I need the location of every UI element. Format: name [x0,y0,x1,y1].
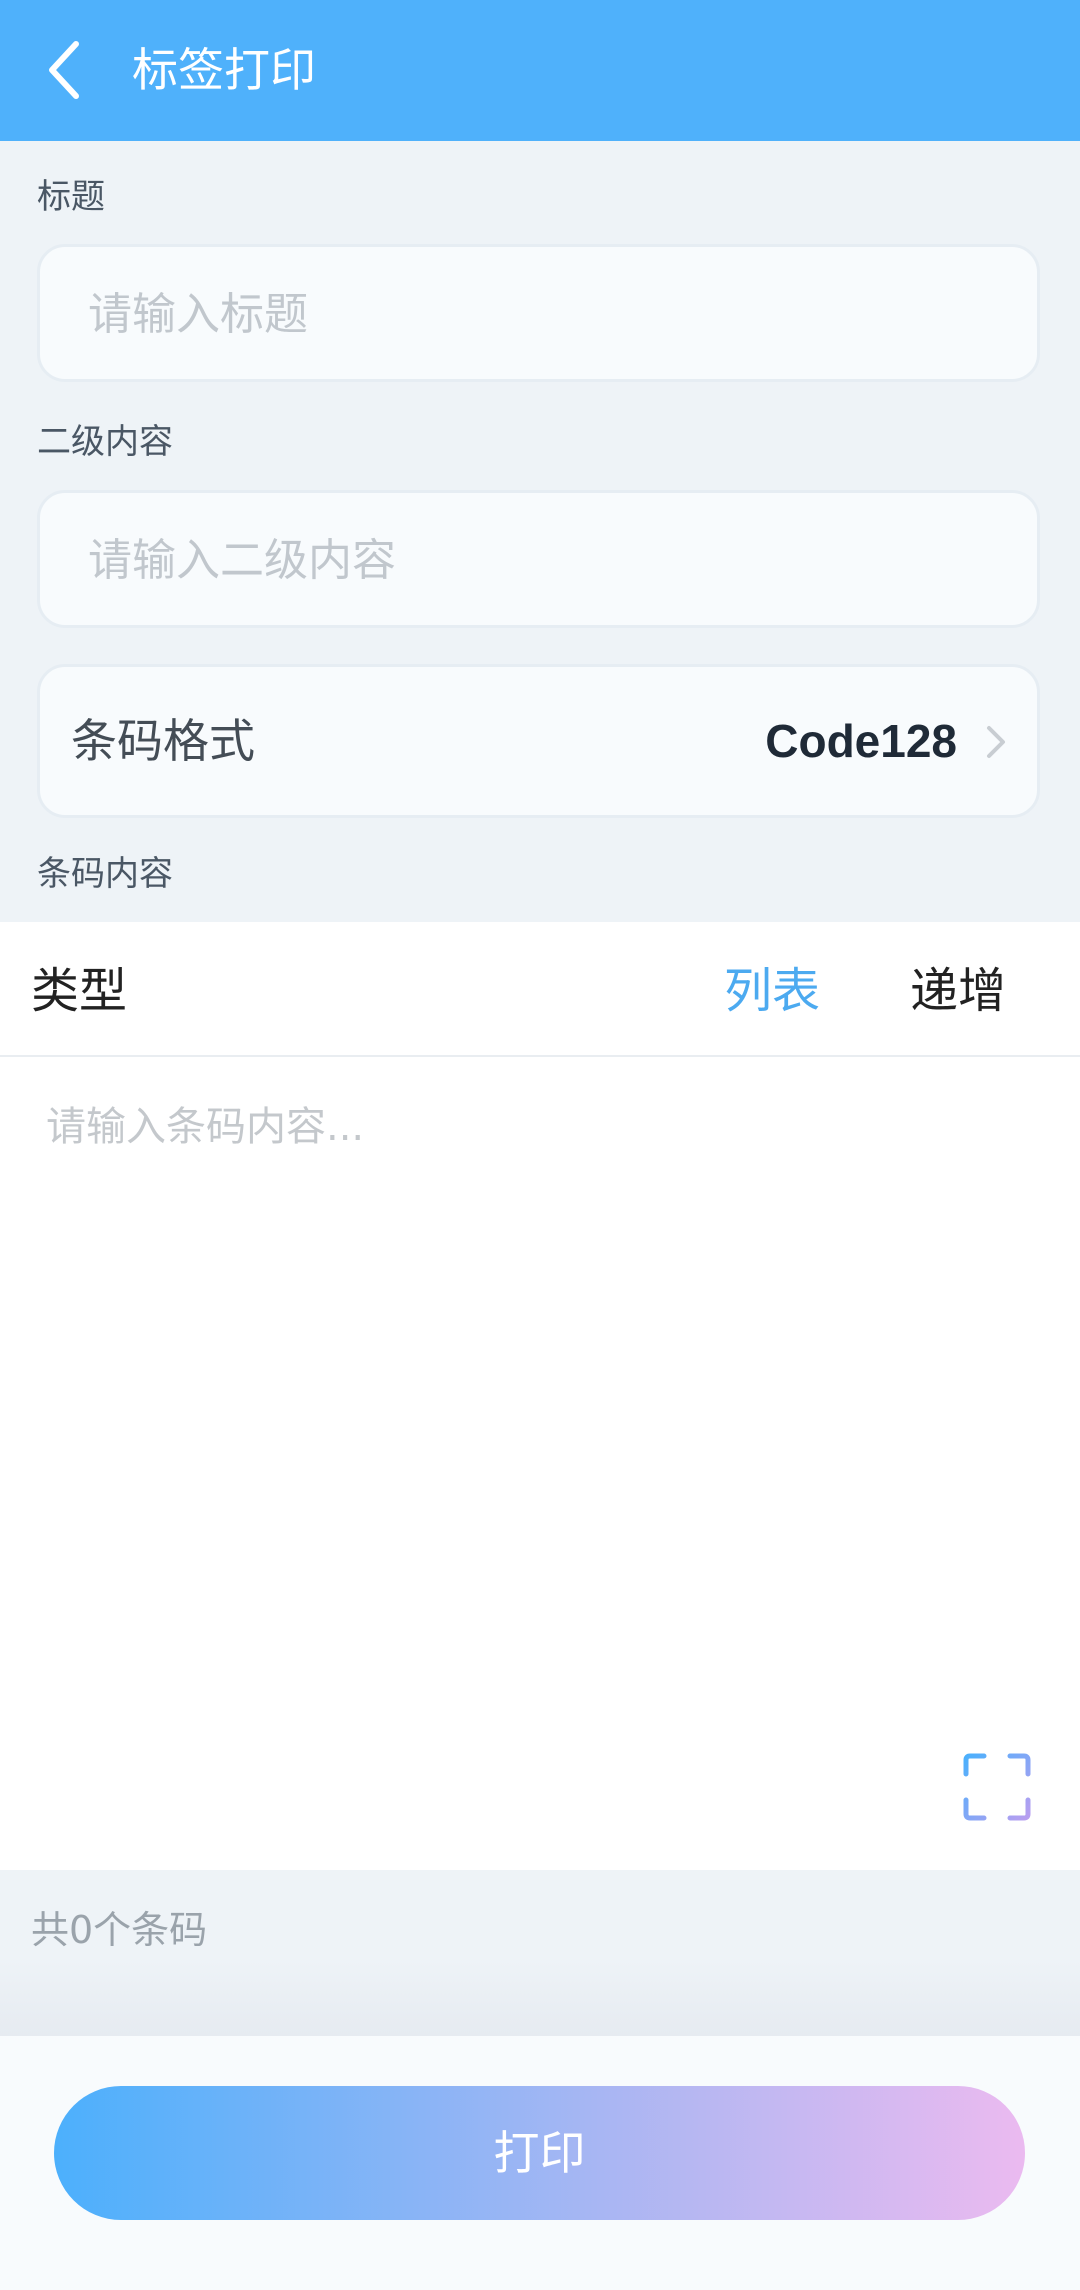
page-title: 标签打印 [132,43,316,97]
scan-button[interactable] [962,1752,1032,1822]
bottom-bar: 打印 [0,2036,1080,2290]
type-tabs-bar: 类型 列表 递增 [0,922,1080,1057]
back-button[interactable] [38,36,98,104]
title-field-box [37,244,1040,382]
bottom-shadow [0,1960,1080,2036]
sub-content-label: 二级内容 [37,422,173,462]
print-button[interactable]: 打印 [54,2086,1025,2220]
barcode-count: 共0个条码 [31,1908,208,1952]
scan-icon [962,1753,1032,1826]
barcode-format-selector[interactable]: 条码格式 Code128 [37,664,1040,818]
tab-increment[interactable]: 递增 [910,962,1006,1020]
barcode-format-label: 条码格式 [71,714,255,768]
app-header: 标签打印 [0,0,1080,141]
chevron-right-icon [983,722,1009,766]
tab-list[interactable]: 列表 [724,962,820,1020]
sub-content-field-box [37,490,1040,628]
sub-content-input[interactable] [86,493,990,627]
chevron-left-icon [38,36,98,104]
barcode-content-label: 条码内容 [37,854,173,894]
barcode-content-input[interactable] [46,1094,1026,1694]
title-label: 标题 [37,177,105,217]
title-input[interactable] [86,247,990,381]
barcode-format-value: Code128 [765,715,957,767]
barcode-editor: 类型 列表 递增 [0,922,1080,1870]
type-label: 类型 [31,963,128,1019]
